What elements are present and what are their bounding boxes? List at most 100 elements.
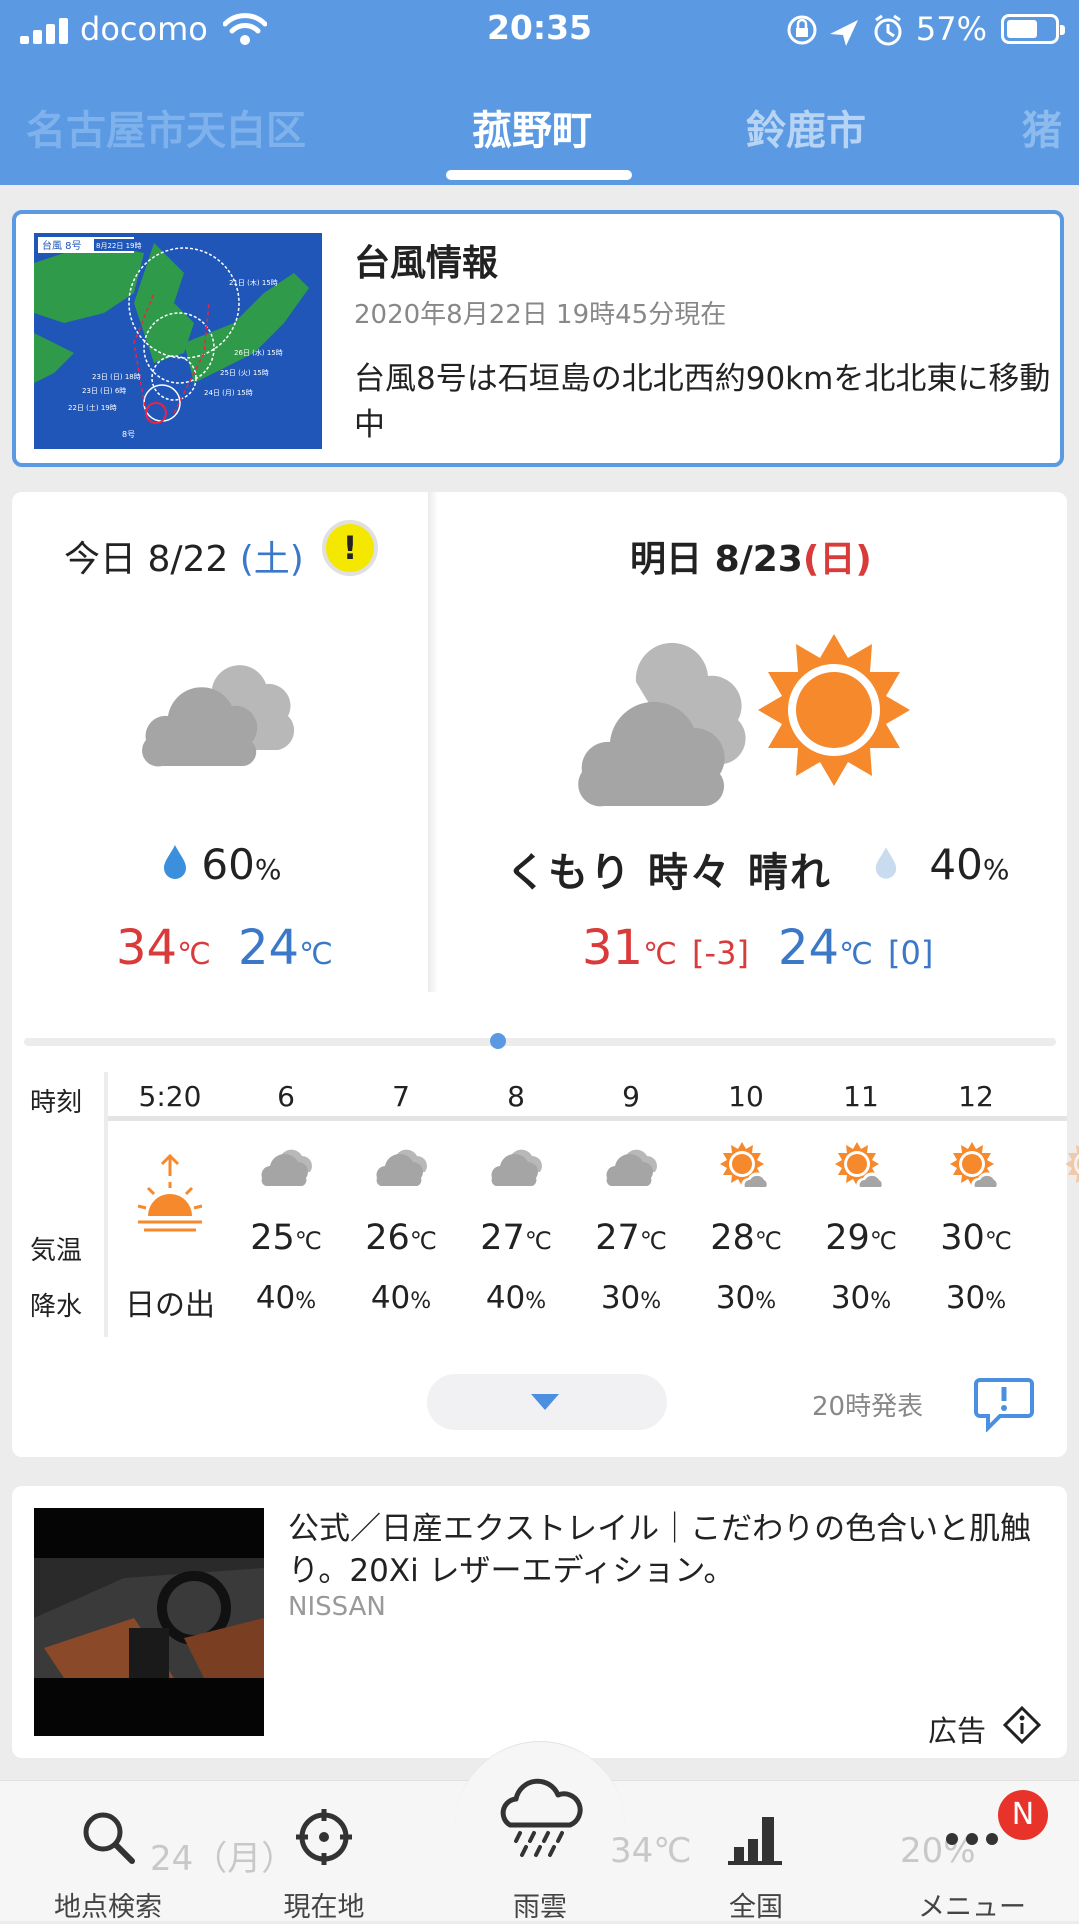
raindrop-icon xyxy=(164,845,186,879)
hour-pop-unit: % xyxy=(410,1289,432,1314)
hour-label: 9 xyxy=(622,1080,640,1113)
hour-temp-unit: ℃ xyxy=(984,1227,1012,1255)
report-icon[interactable] xyxy=(974,1376,1034,1432)
tomorrow-low-value: 24 xyxy=(778,920,840,976)
hour-label: 12 xyxy=(958,1080,994,1113)
hour-temp: 26℃ xyxy=(345,1218,457,1258)
tab-nationwide-label: 全国 xyxy=(729,1892,783,1923)
sun-cloud-icon xyxy=(833,1142,889,1196)
raindrop-icon xyxy=(875,847,897,879)
hour-temp-value: 28 xyxy=(710,1218,755,1258)
sun-cloud-icon xyxy=(718,1142,774,1196)
row-label-precip: 降水 xyxy=(30,1292,83,1322)
hour-temp: 30℃ xyxy=(920,1218,1032,1258)
cloudy-icon xyxy=(142,665,295,767)
sunrise-time: 5:20 xyxy=(138,1080,202,1113)
hour-label: 8 xyxy=(507,1080,525,1113)
location-tabs: 名古屋市天白区 菰野町 鈴鹿市 猪 xyxy=(0,60,1079,185)
warning-alert-icon[interactable]: ! xyxy=(322,520,378,576)
hour-pop: 2 xyxy=(1035,1280,1079,1316)
hour-temp: 28℃ xyxy=(690,1218,802,1258)
status-bar: docomo 20:35 57% xyxy=(0,0,1079,60)
ad-thumbnail[interactable] xyxy=(34,1508,264,1736)
cloudy-sunny-icon xyxy=(578,634,910,807)
search-icon xyxy=(83,1812,135,1864)
today-pop-unit: % xyxy=(254,853,282,886)
tab-search[interactable]: 地点検索 xyxy=(28,1781,188,1923)
page-scroll-track[interactable] xyxy=(24,1038,1056,1046)
hour-temp-unit: ℃ xyxy=(409,1227,437,1255)
expand-hourly-button[interactable] xyxy=(427,1374,667,1430)
tab-current-location-label: 現在地 xyxy=(283,1892,365,1923)
map-label: 26日 (水) 15時 xyxy=(234,348,283,357)
tomorrow-low-diff: [0] xyxy=(888,934,934,972)
rotation-lock-icon xyxy=(787,14,902,46)
today-label: 今日 xyxy=(64,539,137,580)
tomorrow-pop-unit: % xyxy=(982,853,1010,886)
ad-info-icon[interactable] xyxy=(1002,1705,1042,1745)
tab-active-location[interactable]: 菰野町 xyxy=(472,98,592,156)
hourly-forecast[interactable]: 時刻 気温 降水 5:20 日の出 6 25℃ 40% 7 26℃ 40% 8 27℃ 40% 9… xyxy=(12,1072,1079,1352)
hour-column: 7 26℃ 40% xyxy=(345,1072,457,1332)
hour-label: 7 xyxy=(392,1080,410,1113)
sun-cloud-icon xyxy=(948,1142,1004,1196)
forecast-card: 今日 8/22 (土) ! 60% 34℃ 24℃ 明日 8/23(日) くもり… xyxy=(12,492,1079,1457)
hour-pop-value: 30 xyxy=(715,1280,756,1316)
hour-pop: 40% xyxy=(345,1280,457,1316)
rain-cloud-icon xyxy=(500,1778,583,1857)
hour-temp: 27℃ xyxy=(575,1218,687,1258)
map-label: 23日 (日) 6時 xyxy=(82,387,126,395)
hour-pop: 30% xyxy=(805,1280,917,1316)
today-pop: 60% xyxy=(162,840,281,889)
tab-menu-label: メニュー xyxy=(918,1892,1026,1923)
hour-temp: 29℃ xyxy=(805,1218,917,1258)
notification-badge[interactable]: N xyxy=(998,1790,1048,1840)
tab-prev-location[interactable]: 名古屋市天白区 xyxy=(26,98,306,156)
row-label-time: 時刻 xyxy=(30,1088,83,1118)
hour-column: 10 28℃ 30% xyxy=(690,1072,802,1332)
battery-icon xyxy=(1001,14,1065,44)
ad-headline[interactable]: 公式／日産エクストレイル｜こだわりの色合いと肌触り。20Xi レザーエディション… xyxy=(288,1508,1058,1592)
cloudy-icon xyxy=(603,1142,659,1190)
bar-chart-icon xyxy=(728,1817,782,1865)
hour-column: 32 xyxy=(1035,1072,1079,1332)
today-forecast[interactable]: 今日 8/22 (土) ! 60% 34℃ 24℃ xyxy=(12,492,430,992)
hour-pop-value: 30 xyxy=(600,1280,641,1316)
hour-pop-unit: % xyxy=(525,1289,547,1314)
tab-nationwide[interactable]: 全国 xyxy=(676,1781,836,1923)
hour-temp: 25℃ xyxy=(230,1218,342,1258)
tab-search-label: 地点検索 xyxy=(54,1892,162,1923)
sunrise-column: 5:20 日の出 xyxy=(114,1072,226,1332)
announcement-time: 20時発表 xyxy=(812,1392,924,1422)
hour-temp-unit: ℃ xyxy=(524,1227,552,1255)
map-label: 8号 xyxy=(122,430,135,439)
tab-far-location[interactable]: 猪 xyxy=(1022,98,1062,156)
hour-temp-value: 25 xyxy=(250,1218,295,1258)
hour-pop: 40% xyxy=(230,1280,342,1316)
hour-temp-unit: ℃ xyxy=(639,1227,667,1255)
today-weekday: (土) xyxy=(239,539,304,580)
typhoon-info-card[interactable]: 台風 8号 8月22日 19時 21日 (木) 15時 26日 (水) 15時 … xyxy=(12,210,1064,467)
tomorrow-high-diff: [-3] xyxy=(692,934,749,972)
tab-rain-cloud[interactable]: 雨雲 xyxy=(460,1778,620,1923)
hour-pop-value: 30 xyxy=(945,1280,986,1316)
hourly-divider xyxy=(104,1072,108,1337)
hour-column: 8 27℃ 40% xyxy=(460,1072,572,1332)
tomorrow-date: 8/23 xyxy=(714,539,803,580)
tomorrow-high-unit: ℃ xyxy=(643,937,677,972)
tomorrow-weekday: (日) xyxy=(802,539,872,580)
tab-indicator xyxy=(446,170,632,180)
tomorrow-low: 24℃ [0] xyxy=(778,920,933,976)
tomorrow-forecast[interactable]: 明日 8/23(日) くもり 時々 晴れ 40% 31℃ [-3] 24℃ [0… xyxy=(434,492,1067,992)
tomorrow-high-value: 31 xyxy=(582,920,644,976)
tab-current-location[interactable]: 現在地 xyxy=(244,1781,404,1923)
map-label: 23日 (日) 18時 xyxy=(92,373,141,381)
today-date-heading: 今日 8/22 (土) xyxy=(64,530,304,582)
hour-pop: 30% xyxy=(920,1280,1032,1316)
typhoon-title: 台風情報 xyxy=(354,243,499,284)
ad-card[interactable]: 公式／日産エクストレイル｜こだわりの色合いと肌触り。20Xi レザーエディション… xyxy=(12,1486,1067,1758)
tab-next-location[interactable]: 鈴鹿市 xyxy=(746,98,866,156)
hour-pop: 30% xyxy=(690,1280,802,1316)
hour-pop: 40% xyxy=(460,1280,572,1316)
today-low-value: 24 xyxy=(238,920,300,976)
